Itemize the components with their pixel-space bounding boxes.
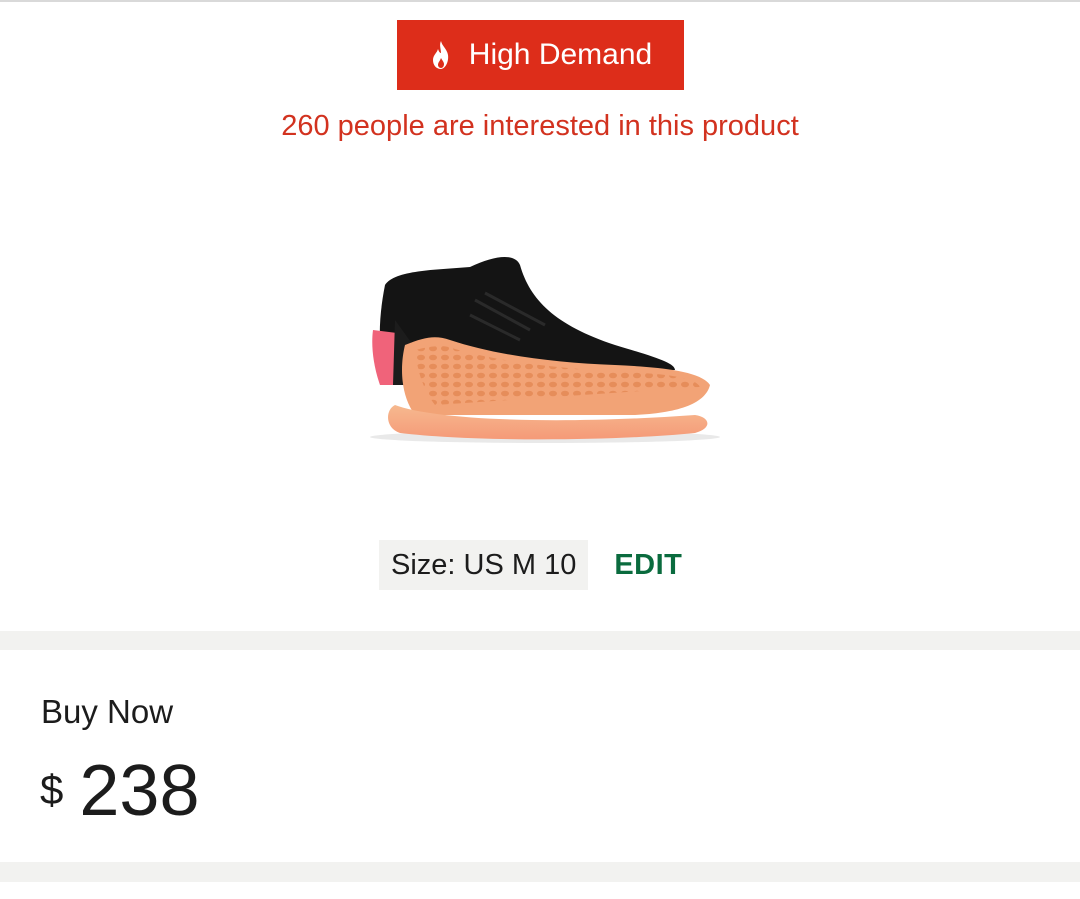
size-chip: Size: US M 10 xyxy=(379,540,589,590)
price-currency: $ xyxy=(40,766,64,813)
interest-count-text: 260 people are interested in this produc… xyxy=(281,110,799,142)
sneaker-image[interactable] xyxy=(355,245,725,450)
top-divider xyxy=(0,0,1080,2)
buy-now-title: Buy Now xyxy=(41,693,174,730)
high-demand-badge: High Demand xyxy=(397,20,684,90)
flame-icon xyxy=(432,41,448,69)
high-demand-label: High Demand xyxy=(468,38,653,71)
price-amount: 238 xyxy=(79,751,200,831)
edit-size-link[interactable]: EDIT xyxy=(614,549,682,582)
section-divider-bottom xyxy=(0,862,1080,882)
buy-now-price[interactable]: $ 238 xyxy=(40,750,200,832)
section-divider xyxy=(0,631,1080,650)
